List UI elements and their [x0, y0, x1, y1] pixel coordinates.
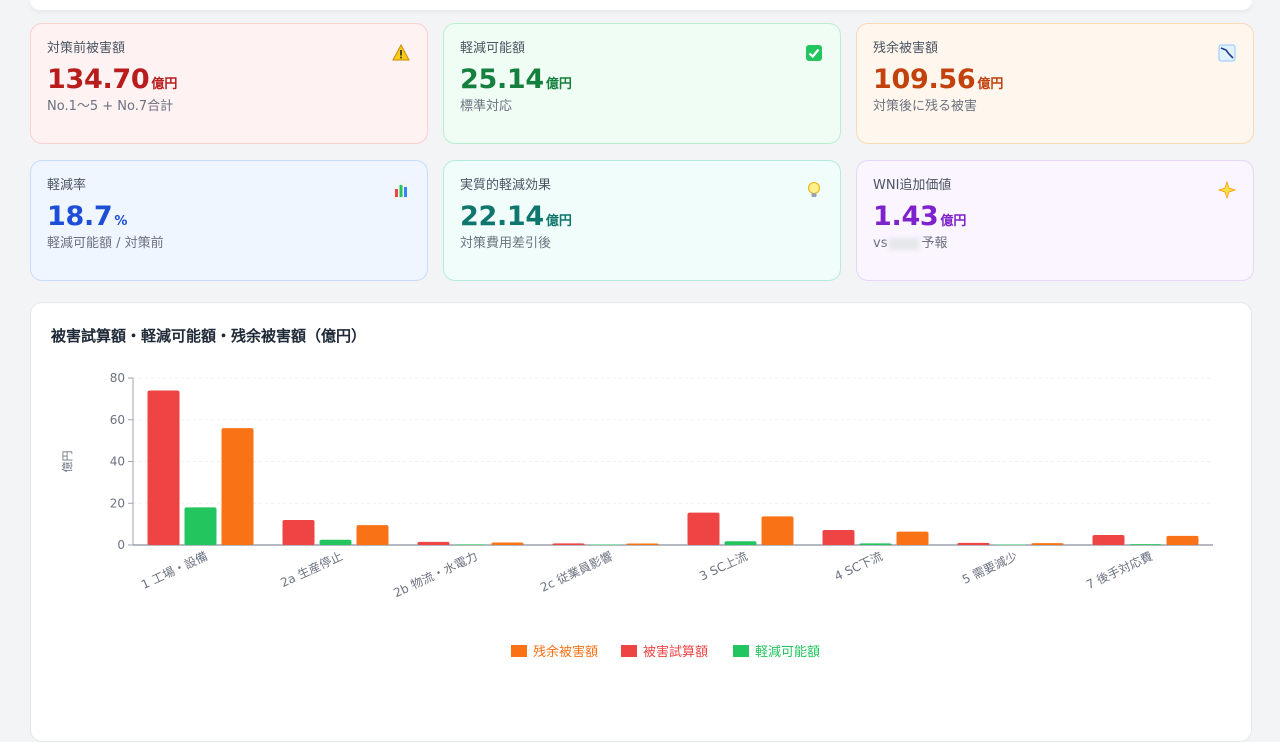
warning-icon: [391, 43, 411, 63]
card-value: 22.14: [460, 201, 544, 232]
card-label: 残余被害額: [873, 41, 939, 56]
card-reducible: 軽減可能額 25.14 億円 標準対応: [443, 23, 841, 144]
check-icon: [804, 43, 824, 63]
card-sub: 標準対応: [460, 99, 513, 114]
bar-0-3: [552, 543, 585, 545]
bar-0-2: [417, 541, 450, 545]
card-wni-value: WNI追加価値 1.43 億円 vs 予報: [856, 160, 1254, 281]
bar-2-3: [626, 543, 659, 545]
card-sub: 対策費用差引後: [460, 236, 552, 251]
bar-chart-icon: [391, 180, 411, 200]
bar-0-1: [282, 519, 315, 545]
card-value: 18.7: [47, 201, 113, 232]
card-unit: 億円: [940, 214, 967, 229]
legend-label: 残余被害額: [533, 644, 598, 660]
card-value: 109.56: [873, 64, 976, 95]
bar-2-2: [491, 542, 524, 545]
bar-1-2: [454, 544, 487, 545]
card-sub: 対策後に残る被害: [873, 99, 978, 114]
bar-2-6: [1031, 543, 1064, 545]
card-residual: 残余被害額 109.56 億円 対策後に残る被害: [856, 23, 1254, 144]
bar-1-5: [859, 543, 892, 545]
bar-0-5: [822, 529, 855, 545]
x-tick-label: 1 工場・設備: [139, 548, 210, 592]
chart-panel: 被害試算額・軽減可能額・残余被害額（億円） 0 20 40 60 80 億円 1 工場・設備…: [30, 302, 1252, 742]
card-value: 134.70: [47, 64, 150, 95]
x-tick-label: 2c 従業員影響: [538, 548, 615, 595]
x-tick-label: 2a 生産停止: [278, 548, 345, 590]
x-tick-label: 7 後手対応費: [1084, 548, 1155, 592]
bar-1-1: [319, 539, 352, 545]
card-unit: %: [114, 214, 128, 229]
card-sub: No.1〜5 + No.7合計: [47, 99, 174, 114]
x-tick-label: 2b 物流・水電力: [391, 549, 479, 600]
bar-1-3: [589, 544, 622, 545]
bar-1-0: [184, 507, 217, 545]
card-label: 対策前被害額: [47, 41, 126, 56]
top-bar: [30, 0, 1252, 10]
y-axis-label: 億円: [61, 451, 74, 473]
card-unit: 億円: [977, 77, 1004, 92]
bar-1-6: [994, 544, 1027, 545]
card-value: 1.43: [873, 201, 939, 232]
bar-2-0: [221, 428, 254, 545]
bar-2-5: [896, 531, 929, 545]
legend-swatch: [733, 645, 749, 657]
y-tick-label: 20: [110, 496, 125, 510]
card-unit: 億円: [151, 77, 178, 92]
card-sub-suffix: 予報: [921, 236, 948, 251]
y-tick-label: 40: [110, 455, 125, 469]
x-tick-label: 4 SC下流: [832, 549, 885, 583]
bar-0-4: [687, 512, 720, 545]
bar-1-7: [1129, 544, 1162, 545]
bar-2-4: [761, 516, 794, 545]
y-tick-label: 60: [110, 413, 125, 427]
legend-swatch: [511, 645, 527, 657]
card-label: WNI追加価値: [873, 178, 952, 193]
legend-swatch: [621, 645, 637, 657]
lightbulb-icon: [804, 180, 824, 200]
bar-0-6: [957, 542, 990, 545]
bar-2-1: [356, 525, 389, 545]
chart-down-icon: [1217, 43, 1237, 63]
sparkle-icon: [1217, 180, 1237, 200]
x-tick-label: 5 需要減少: [960, 548, 1020, 587]
card-reduction-rate: 軽減率 18.7% 軽減可能額 / 対策前: [30, 160, 428, 281]
card-damage-before: 対策前被害額 134.70 億円 No.1〜5 + No.7合計: [30, 23, 428, 144]
bar-2-7: [1166, 535, 1199, 545]
bar-chart: 0 20 40 60 80 億円 1 工場・設備 2a 生産停止 2b 物流・水電力 2c 従業員…: [61, 371, 1213, 660]
redacted-text: [889, 237, 920, 250]
card-unit: 億円: [545, 214, 572, 229]
bar-0-0: [147, 390, 180, 545]
card-net-effect: 実質的軽減効果 22.14 億円 対策費用差引後: [443, 160, 841, 281]
card-value: 25.14: [460, 64, 544, 95]
card-label: 軽減可能額: [460, 41, 526, 56]
bar-0-7: [1092, 534, 1125, 545]
card-sub: 軽減可能額 / 対策前: [47, 236, 164, 251]
card-sub-prefix: vs: [873, 236, 888, 251]
card-label: 軽減率: [47, 178, 87, 193]
y-tick-label: 0: [117, 538, 125, 552]
card-label: 実質的軽減効果: [460, 178, 552, 193]
x-tick-label: 3 SC上流: [697, 549, 750, 583]
bar-1-4: [724, 541, 757, 545]
legend-label: 被害試算額: [643, 644, 708, 660]
legend-label: 軽減可能額: [755, 644, 820, 660]
card-unit: 億円: [545, 77, 572, 92]
card-sub: vs 予報: [873, 235, 1237, 253]
y-tick-label: 80: [110, 371, 125, 385]
